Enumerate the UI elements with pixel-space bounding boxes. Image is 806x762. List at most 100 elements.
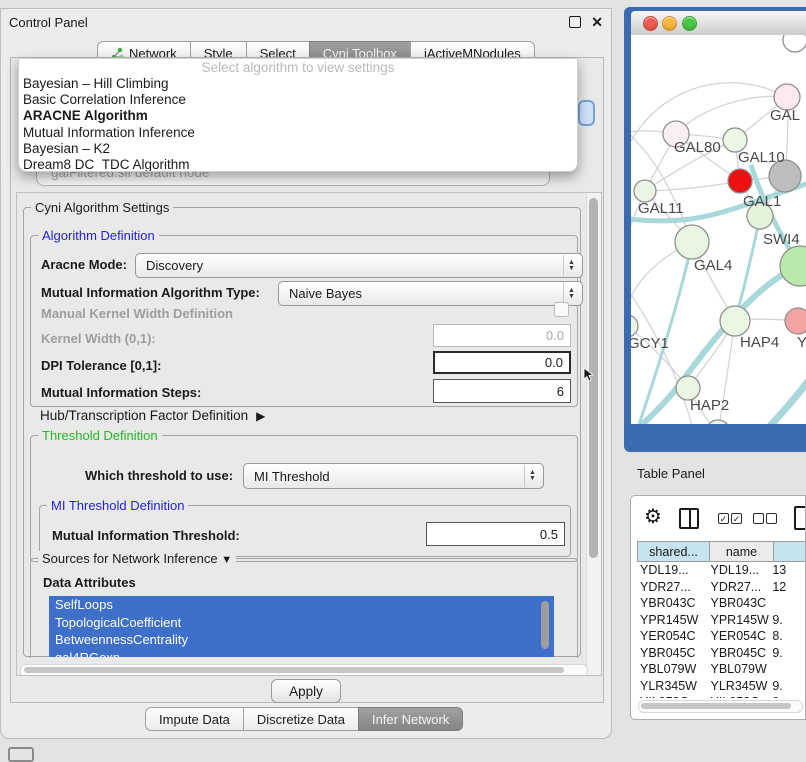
algorithm-dropdown-popup: Select algorithm to view settings Bayesi… — [18, 58, 578, 172]
settings-scrollpane: Cyni Algorithm Settings Algorithm Defini… — [16, 192, 602, 676]
dpi-tolerance-label: DPI Tolerance [0,1]: — [41, 358, 161, 374]
select-all-icon[interactable]: ✓✓ — [718, 513, 742, 524]
mi-steps-label: Mutual Information Steps: — [41, 385, 201, 401]
close-traffic-light-icon[interactable] — [643, 16, 658, 31]
table-hscrollbar[interactable] — [638, 700, 803, 713]
new-table-icon[interactable] — [794, 506, 806, 530]
node-hap4[interactable] — [720, 306, 750, 336]
settings-hscrollbar[interactable] — [20, 664, 588, 676]
manual-kernel-checkbox[interactable] — [554, 302, 569, 317]
table-column-header[interactable] — [774, 541, 806, 562]
mi-threshold-label: Mutual Information Threshold: — [52, 528, 240, 544]
table-column-header[interactable]: shared... — [637, 541, 710, 562]
data-attribute-item[interactable]: TopologicalCoefficient — [49, 614, 554, 632]
column-layout-icon[interactable] — [679, 508, 699, 529]
table-header-row: shared...name — [637, 541, 806, 562]
dpi-tolerance-field[interactable]: 0.0 — [433, 351, 571, 374]
mi-steps-field[interactable]: 6 — [433, 379, 571, 403]
node-unlabeled-top[interactable] — [783, 35, 806, 52]
node-label: HAP2 — [690, 397, 729, 414]
settings-vscrollbar[interactable] — [586, 193, 601, 675]
settings-hscrollbar-thumb[interactable] — [24, 667, 564, 673]
which-threshold-label: Which threshold to use: — [85, 468, 233, 484]
table-row[interactable]: YBL079WYBL079W — [637, 661, 806, 678]
node-gal11[interactable] — [634, 180, 656, 202]
tab-infer-network[interactable]: Infer Network — [358, 707, 463, 731]
algorithm-option[interactable]: Mutual Information Inference — [19, 125, 577, 141]
node-salmon[interactable] — [785, 308, 806, 334]
table-cell: 9. — [769, 679, 806, 693]
tab-discretize-data[interactable]: Discretize Data — [243, 707, 359, 731]
list-scrollbar-thumb[interactable] — [541, 601, 549, 649]
mi-type-value: Naive Bayes — [289, 286, 362, 301]
node-gal4[interactable] — [675, 225, 709, 259]
algorithm-option[interactable]: ARACNE Algorithm — [19, 108, 577, 124]
table-cell: YIL052C — [637, 695, 708, 698]
table-panel-title: Table Panel — [637, 466, 705, 481]
algorithm-definition-group: Algorithm Definition Aracne Mode: Discov… — [30, 235, 578, 407]
cyni-settings-group: Cyni Algorithm Settings Algorithm Defini… — [23, 207, 581, 657]
kernel-width-label: Kernel Width (0,1): — [41, 331, 156, 347]
table-row[interactable]: YLR345WYLR345W9. — [637, 678, 806, 695]
table-cell: YDL19... — [708, 563, 770, 577]
mi-threshold-field[interactable]: 0.5 — [426, 522, 565, 546]
aracne-mode-label: Aracne Mode: — [41, 257, 127, 273]
table-cell: YDR27... — [708, 580, 770, 594]
table-column-header[interactable]: name — [710, 541, 774, 562]
node-label: GAL80 — [674, 139, 721, 156]
focused-spinner-button[interactable] — [578, 100, 595, 126]
node-gal1-red[interactable] — [728, 169, 752, 193]
float-window-icon[interactable] — [569, 16, 581, 28]
hub-definition-label: Hub/Transcription Factor Definition — [40, 408, 248, 423]
algorithm-option[interactable]: Basic Correlation Inference — [19, 92, 577, 108]
network-window-titlebar[interactable] — [631, 11, 806, 36]
deselect-all-icon[interactable] — [753, 513, 777, 524]
manual-kernel-label: Manual Kernel Width Definition — [41, 306, 233, 322]
gear-icon[interactable]: ⚙ — [644, 507, 662, 527]
algorithm-option[interactable]: Bayesian – K2 — [19, 141, 577, 157]
network-canvas[interactable]: GALGAL80GAL10GAL1GAL11SWI4GAL4GCY1HAP4YH… — [631, 35, 806, 424]
tab-impute-data[interactable]: Impute Data — [145, 707, 244, 731]
table-row[interactable]: YDR27...YDR27...12 — [637, 579, 806, 596]
algorithm-option[interactable]: Dream8 DC_TDC Algorithm — [19, 157, 577, 172]
minimize-traffic-light-icon[interactable] — [662, 16, 677, 31]
mi-type-combo[interactable]: Naive Bayes ▲▼ — [278, 281, 583, 306]
threshold-definition-title: Threshold Definition — [38, 428, 162, 443]
table-body: YDL19...YDL19...13YDR27...YDR27...12YBR0… — [637, 562, 806, 698]
node-label: GAL10 — [738, 149, 785, 166]
table-hscrollbar-thumb[interactable] — [641, 703, 791, 709]
data-attribute-item[interactable]: gal4RGexp — [49, 649, 554, 658]
table-cell: YBR043C — [637, 596, 708, 610]
hub-definition-toggle[interactable]: Hub/Transcription Factor Definition ▶ — [40, 408, 265, 423]
panel-title: Control Panel — [9, 15, 88, 30]
expanded-arrow-icon[interactable]: ▼ — [221, 554, 232, 566]
table-row[interactable]: YDL19...YDL19...13 — [637, 562, 806, 579]
kernel-width-field[interactable]: 0.0 — [433, 324, 571, 347]
algorithm-option[interactable]: Bayesian – Hill Climbing — [19, 76, 577, 92]
node-green-large[interactable] — [780, 246, 806, 286]
apply-button[interactable]: Apply — [271, 679, 341, 703]
aracne-mode-combo[interactable]: Discovery ▲▼ — [135, 253, 583, 278]
table-row[interactable]: YBR045CYBR045C9. — [637, 645, 806, 662]
close-icon[interactable]: ✕ — [591, 15, 603, 29]
data-attribute-item[interactable]: SelfLoops — [49, 596, 554, 614]
zoom-traffic-light-icon[interactable] — [682, 16, 697, 31]
mi-threshold-title: MI Threshold Definition — [47, 498, 188, 513]
which-threshold-combo[interactable]: MI Threshold ▲▼ — [243, 463, 544, 489]
table-row[interactable]: YPR145WYPR145W9. — [637, 612, 806, 629]
table-row[interactable]: YBR043CYBR043C — [637, 595, 806, 612]
table-cell: YER054C — [637, 629, 708, 643]
sources-title: Sources for Network Inference ▼ — [38, 551, 236, 566]
mouse-cursor-icon — [583, 368, 594, 382]
combo-stepper-icon: ▲▼ — [563, 255, 579, 276]
tab-label: Discretize Data — [257, 712, 345, 727]
node-label: HAP4 — [740, 334, 779, 351]
table-cell: YBL079W — [637, 662, 708, 676]
collapsed-panel-button[interactable] — [8, 747, 34, 762]
data-attribute-item[interactable]: BetweennessCentrality — [49, 631, 554, 649]
table-row[interactable]: YER054CYER054C8. — [637, 628, 806, 645]
table-cell: 9. — [769, 646, 806, 660]
table-row[interactable]: YIL052CYIL052C9 — [637, 694, 806, 698]
control-panel-titlebar: Control Panel ✕ — [1, 9, 611, 35]
mi-threshold-group: MI Threshold Definition Mutual Informati… — [39, 505, 571, 557]
